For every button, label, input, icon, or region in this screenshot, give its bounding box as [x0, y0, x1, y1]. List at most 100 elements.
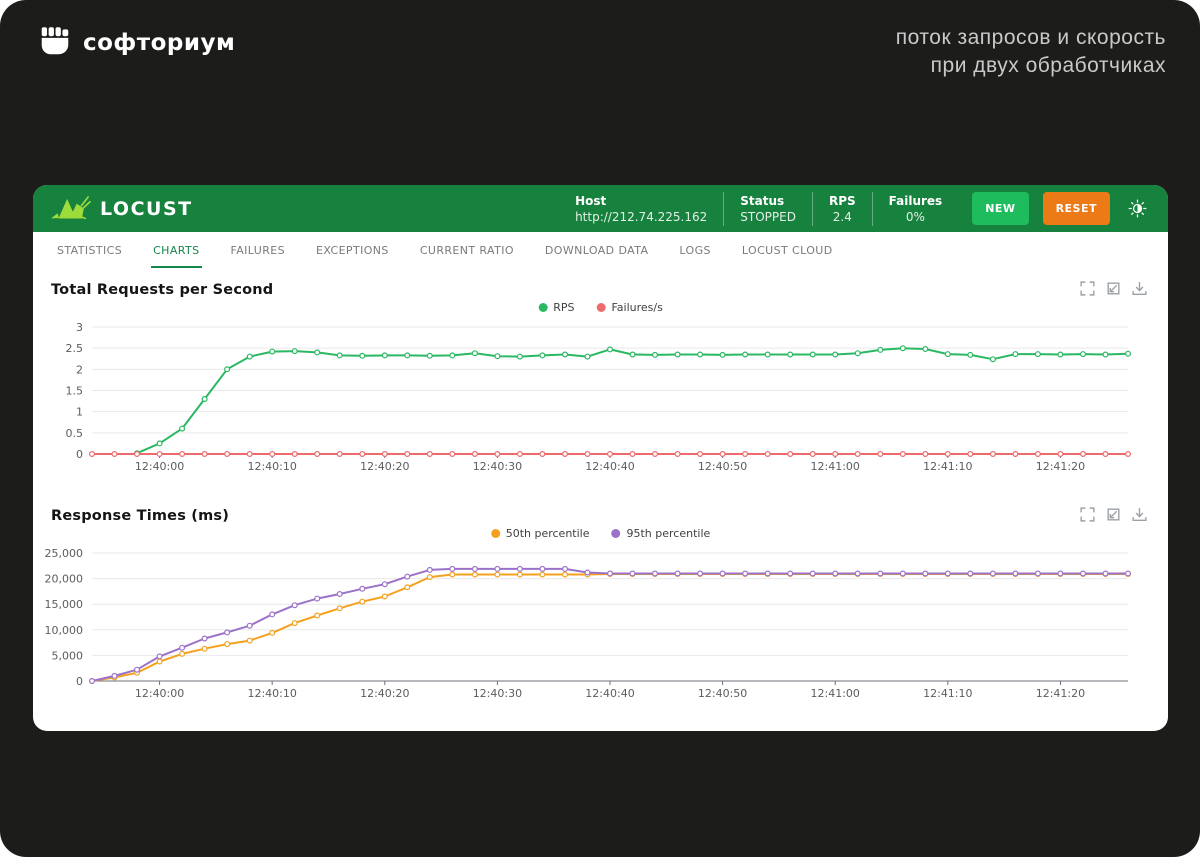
response-times-chart-header: Response Times (ms) 50th percentile 95th…: [41, 500, 1160, 544]
tab-statistics[interactable]: STATISTICS: [55, 232, 124, 268]
legend-item-rps[interactable]: RPS: [538, 301, 574, 314]
reset-button[interactable]: RESET: [1042, 192, 1110, 225]
svg-text:5,000: 5,000: [52, 649, 84, 662]
svg-text:12:40:40: 12:40:40: [585, 687, 634, 700]
stat-status-label: Status: [740, 193, 785, 208]
new-test-button[interactable]: NEW: [972, 192, 1029, 225]
zoom-select-icon[interactable]: [1079, 506, 1096, 523]
brightness-icon: [1128, 199, 1147, 221]
rps-chart-legend: RPS Failures/s: [538, 301, 663, 314]
rps-chart-header: Total Requests per Second RPS Failures/s: [41, 274, 1160, 318]
svg-text:12:40:00: 12:40:00: [135, 687, 184, 700]
p95-legend-dot: [611, 529, 621, 538]
svg-text:12:41:20: 12:41:20: [1036, 687, 1085, 700]
page-frame: софториум поток запросов и скорость при …: [0, 0, 1200, 857]
p50-legend-label: 50th percentile: [505, 527, 590, 540]
branding-bar: софториум поток запросов и скорость при …: [0, 0, 1200, 80]
svg-text:0: 0: [76, 675, 83, 688]
stat-failures-label: Failures: [888, 193, 943, 208]
tab-bar: STATISTICS CHARTS FAILURES EXCEPTIONS CU…: [33, 232, 1168, 268]
svg-text:10,000: 10,000: [45, 624, 84, 637]
stat-failures-value: 0%: [905, 209, 925, 224]
svg-text:12:41:10: 12:41:10: [923, 687, 972, 700]
svg-text:0.5: 0.5: [66, 427, 84, 440]
failures-legend-label: Failures/s: [611, 301, 663, 314]
stat-rps-value: 2.4: [832, 209, 852, 224]
svg-text:12:40:20: 12:40:20: [360, 460, 409, 473]
response-times-chart[interactable]: 0 5,000 10,000 15,000 20,000 25,000 12:40:00 12…: [41, 544, 1141, 710]
tab-current-ratio[interactable]: CURRENT RATIO: [418, 232, 516, 268]
svg-text:12:41:10: 12:41:10: [923, 460, 972, 473]
svg-text:12:40:20: 12:40:20: [360, 687, 409, 700]
rps-legend-dot: [538, 303, 548, 312]
tab-failures[interactable]: FAILURES: [229, 232, 288, 268]
grasshopper-icon: [49, 192, 91, 226]
svg-text:12:40:50: 12:40:50: [698, 687, 747, 700]
svg-text:12:40:00: 12:40:00: [135, 460, 184, 473]
slide-tagline: поток запросов и скорость при двух обраб…: [896, 24, 1166, 80]
tab-charts[interactable]: CHARTS: [151, 232, 202, 268]
svg-text:3: 3: [76, 321, 83, 334]
stat-status: Status STOPPED: [724, 191, 813, 226]
rps-chart[interactable]: 0 0.5 1 1.5 2 2.5 3 12:40:00 12:40:10 12:40:20 12:…: [41, 318, 1141, 476]
svg-text:12:40:40: 12:40:40: [585, 460, 634, 473]
brand: софториум: [38, 24, 235, 62]
tab-logs[interactable]: LOGS: [677, 232, 713, 268]
stat-failures: Failures 0%: [873, 192, 959, 226]
p50-legend-dot: [490, 529, 500, 538]
rps-chart-title: Total Requests per Second: [51, 282, 274, 298]
legend-item-p95[interactable]: 95th percentile: [611, 527, 711, 540]
svg-text:12:41:00: 12:41:00: [811, 687, 860, 700]
app-header: LOCUST Host http://212.74.225.162 Status…: [33, 185, 1168, 232]
response-times-chart-section: Response Times (ms) 50th percentile 95th…: [33, 500, 1168, 710]
zoom-reset-icon[interactable]: [1105, 506, 1122, 523]
svg-text:12:40:10: 12:40:10: [247, 460, 296, 473]
rps-legend-label: RPS: [553, 301, 575, 314]
svg-text:12:40:30: 12:40:30: [473, 460, 522, 473]
app-name: LOCUST: [100, 197, 193, 220]
locust-logo: LOCUST: [49, 192, 193, 226]
locust-app-window: LOCUST Host http://212.74.225.162 Status…: [33, 185, 1168, 731]
tagline-line-1: поток запросов и скорость: [895, 26, 1166, 49]
brand-name: софториум: [83, 30, 236, 56]
svg-text:2.5: 2.5: [66, 342, 84, 355]
header-stats: Host http://212.74.225.162 Status STOPPE…: [559, 191, 959, 226]
svg-text:1: 1: [76, 406, 83, 419]
rps-chart-toolbox: [1079, 280, 1148, 297]
tab-download-data[interactable]: DOWNLOAD DATA: [543, 232, 650, 268]
stat-host-label: Host: [575, 193, 607, 208]
stat-rps: RPS 2.4: [813, 191, 873, 226]
stat-status-value: STOPPED: [740, 209, 796, 224]
stat-host: Host http://212.74.225.162: [559, 191, 725, 226]
response-times-chart-toolbox: [1079, 506, 1148, 523]
svg-text:2: 2: [76, 363, 83, 376]
svg-text:1.5: 1.5: [66, 385, 84, 398]
svg-text:15,000: 15,000: [45, 598, 84, 611]
legend-item-p50[interactable]: 50th percentile: [490, 527, 590, 540]
download-icon[interactable]: [1131, 506, 1148, 523]
zoom-reset-icon[interactable]: [1105, 280, 1122, 297]
svg-text:12:41:20: 12:41:20: [1036, 460, 1085, 473]
svg-text:0: 0: [76, 448, 83, 461]
tagline-line-2: при двух обработчиках: [930, 54, 1166, 77]
dark-mode-toggle[interactable]: [1125, 196, 1150, 221]
stat-host-value: http://212.74.225.162: [575, 209, 708, 224]
download-icon[interactable]: [1131, 280, 1148, 297]
rps-chart-section: Total Requests per Second RPS Failures/s: [33, 274, 1168, 476]
zoom-select-icon[interactable]: [1079, 280, 1096, 297]
failures-legend-dot: [596, 303, 606, 312]
svg-text:12:40:30: 12:40:30: [473, 687, 522, 700]
svg-text:12:40:10: 12:40:10: [247, 687, 296, 700]
response-times-chart-legend: 50th percentile 95th percentile: [490, 527, 711, 540]
svg-text:25,000: 25,000: [45, 547, 84, 560]
svg-text:12:41:00: 12:41:00: [811, 460, 860, 473]
svg-text:12:40:50: 12:40:50: [698, 460, 747, 473]
stat-rps-label: RPS: [828, 193, 856, 208]
p95-legend-label: 95th percentile: [626, 527, 711, 540]
fist-logo-icon: [38, 24, 72, 62]
svg-text:20,000: 20,000: [45, 573, 84, 586]
legend-item-failures[interactable]: Failures/s: [596, 301, 663, 314]
response-times-chart-title: Response Times (ms): [51, 508, 230, 524]
tab-locust-cloud[interactable]: LOCUST CLOUD: [740, 232, 835, 268]
tab-exceptions[interactable]: EXCEPTIONS: [314, 232, 391, 268]
